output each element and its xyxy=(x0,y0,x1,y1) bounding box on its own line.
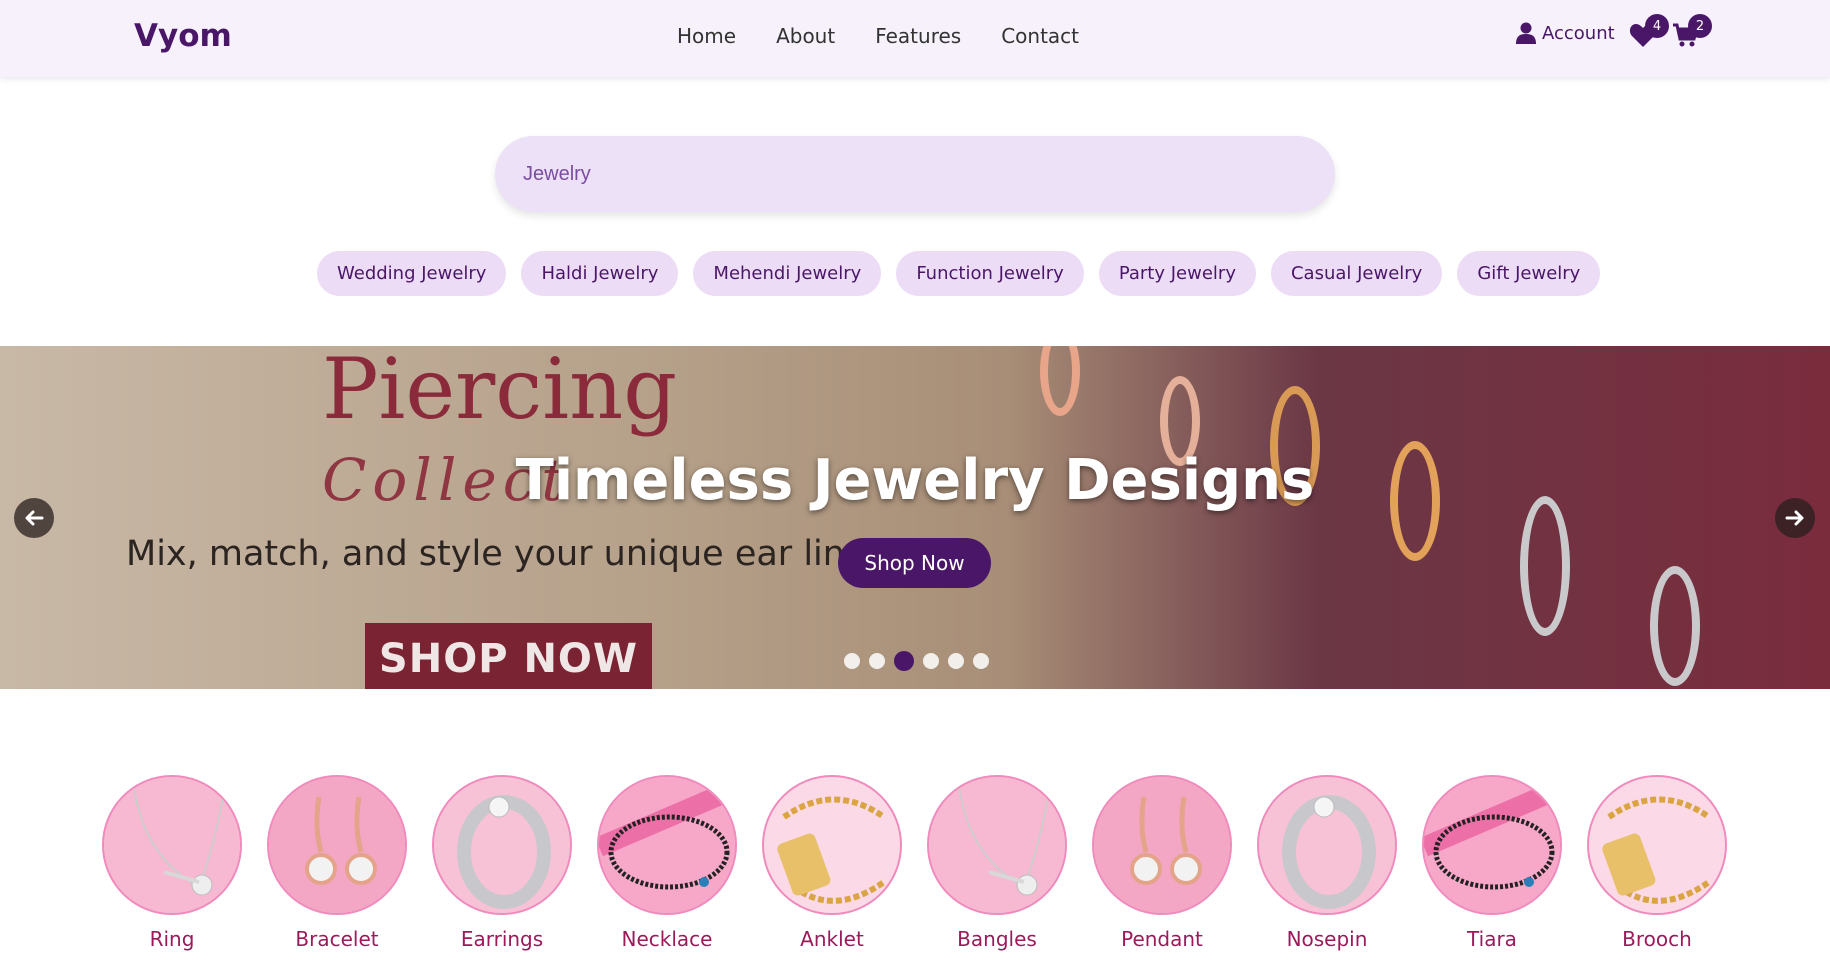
banner-title: Timeless Jewelry Designs xyxy=(515,448,1315,513)
wishlist-count-badge: 4 xyxy=(1645,14,1669,38)
cart-count-badge: 2 xyxy=(1688,14,1712,38)
banner-image-heading: Piercing xyxy=(322,346,678,438)
name-bracelet-image xyxy=(762,775,902,915)
carousel-indicators xyxy=(844,651,989,671)
carousel-dot-4[interactable] xyxy=(923,653,939,669)
brand-logo[interactable]: Vyom xyxy=(134,18,232,54)
necklace-image xyxy=(102,775,242,915)
carousel-dot-5[interactable] xyxy=(948,653,964,669)
category-anklet[interactable]: Anklet xyxy=(762,775,902,951)
nav-home[interactable]: Home xyxy=(677,24,736,48)
account-link[interactable]: Account xyxy=(1516,22,1615,44)
category-label: Pendant xyxy=(1121,927,1203,951)
chip-party-jewelry[interactable]: Party Jewelry xyxy=(1098,251,1256,296)
category-label: Tiara xyxy=(1467,927,1517,951)
category-bangles[interactable]: Bangles xyxy=(927,775,1067,951)
main-nav: Home About Features Contact xyxy=(677,24,1079,48)
wishlist-button[interactable]: 4 xyxy=(1629,14,1669,52)
user-icon xyxy=(1516,22,1536,44)
chip-function-jewelry[interactable]: Function Jewelry xyxy=(896,251,1084,296)
search-input[interactable] xyxy=(495,136,1335,212)
banner-image-shop-now: SHOP NOW xyxy=(365,623,652,689)
category-label: Necklace xyxy=(621,927,713,951)
nav-about[interactable]: About xyxy=(776,24,835,48)
category-label: Ring xyxy=(149,927,195,951)
ring-image xyxy=(1257,775,1397,915)
arrow-right-icon xyxy=(1785,510,1804,526)
category-ring[interactable]: Ring xyxy=(102,775,242,951)
category-label: Anklet xyxy=(800,927,864,951)
arrow-left-icon xyxy=(25,510,44,526)
carousel-dot-3[interactable] xyxy=(894,651,914,671)
carousel-dot-2[interactable] xyxy=(869,653,885,669)
category-label: Nosepin xyxy=(1286,927,1368,951)
category-necklace[interactable]: Necklace xyxy=(597,775,737,951)
ring-image xyxy=(432,775,572,915)
account-label: Account xyxy=(1542,22,1615,44)
nav-features[interactable]: Features xyxy=(875,24,961,48)
site-header: Vyom Home About Features Contact Account… xyxy=(0,0,1830,77)
hoop-earring-image xyxy=(1650,566,1700,686)
name-bracelet-image xyxy=(1587,775,1727,915)
beaded-bracelet-image xyxy=(1422,775,1562,915)
category-label: Brooch xyxy=(1622,927,1692,951)
category-earrings[interactable]: Earrings xyxy=(432,775,572,951)
category-tiara[interactable]: Tiara xyxy=(1422,775,1562,951)
hoop-earring-image xyxy=(1040,346,1080,416)
category-list: Ring Bracelet Earrings Necklace Anklet B… xyxy=(102,775,1727,951)
shop-now-button[interactable]: Shop Now xyxy=(838,538,991,588)
cart-button[interactable]: 2 xyxy=(1672,14,1712,52)
category-nosepin[interactable]: Nosepin xyxy=(1257,775,1397,951)
carousel-dot-1[interactable] xyxy=(844,653,860,669)
banner-image-tagline: Mix, match, and style your unique ear li… xyxy=(126,534,867,574)
category-bracelet[interactable]: Bracelet xyxy=(267,775,407,951)
category-label: Bangles xyxy=(957,927,1037,951)
category-pendant[interactable]: Pendant xyxy=(1092,775,1232,951)
beaded-bracelet-image xyxy=(597,775,737,915)
category-chips: Wedding Jewelry Haldi Jewelry Mehendi Je… xyxy=(317,251,1601,296)
earrings-image xyxy=(267,775,407,915)
carousel-dot-6[interactable] xyxy=(973,653,989,669)
chip-mehendi-jewelry[interactable]: Mehendi Jewelry xyxy=(693,251,882,296)
carousel-next-button[interactable] xyxy=(1775,498,1815,538)
nav-contact[interactable]: Contact xyxy=(1001,24,1079,48)
category-label: Earrings xyxy=(460,927,544,951)
necklace-image xyxy=(927,775,1067,915)
hoop-earring-image xyxy=(1520,496,1570,636)
category-brooch[interactable]: Brooch xyxy=(1587,775,1727,951)
chip-gift-jewelry[interactable]: Gift Jewelry xyxy=(1457,251,1601,296)
earrings-image xyxy=(1092,775,1232,915)
chip-casual-jewelry[interactable]: Casual Jewelry xyxy=(1270,251,1443,296)
category-label: Bracelet xyxy=(295,927,379,951)
chip-haldi-jewelry[interactable]: Haldi Jewelry xyxy=(521,251,679,296)
carousel-prev-button[interactable] xyxy=(14,498,54,538)
hero-carousel: Piercing Collect Mix, match, and style y… xyxy=(0,346,1830,689)
chip-wedding-jewelry[interactable]: Wedding Jewelry xyxy=(317,251,507,296)
